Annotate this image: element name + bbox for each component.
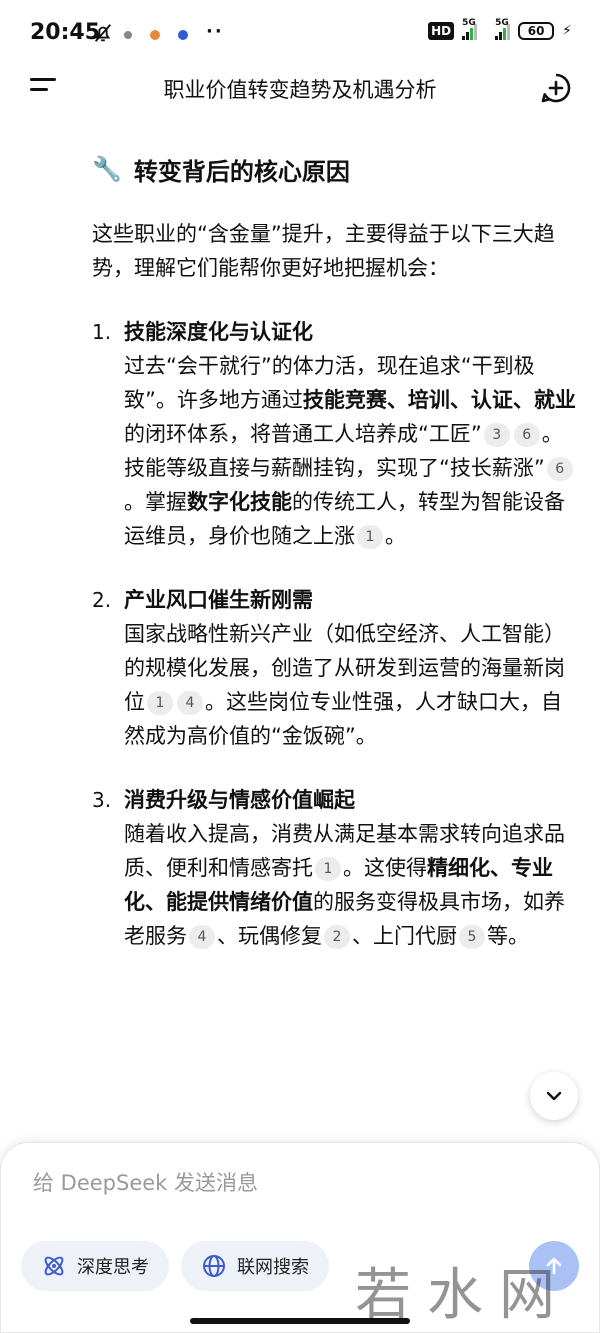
deep-think-button[interactable]: 深度思考	[21, 1241, 169, 1291]
citation-badge[interactable]: 6	[546, 457, 573, 481]
home-indicator[interactable]	[190, 1318, 410, 1324]
message-input[interactable]	[33, 1171, 553, 1195]
citation-badge[interactable]: 5	[459, 925, 485, 949]
signal-icon: 5G	[462, 18, 478, 40]
page-title: 职业价值转变趋势及机遇分析	[163, 78, 437, 102]
signal-icon: 5G	[495, 18, 511, 40]
list-item: 1. 技能深度化与认证化 过去“会干就行”的体力活，现在追求“干到极致”。许多地…	[92, 315, 582, 553]
list-item: 3. 消费升级与情感价值崛起 随着收入提高，消费从满足基本需求转向追求品质、便利…	[92, 783, 582, 953]
intro-paragraph: 这些职业的“含金量”提升，主要得益于以下三大趋势，理解它们能帮你更好地把握机会：	[92, 222, 555, 280]
citation-badge[interactable]: 3	[483, 423, 510, 447]
bell-off-icon	[94, 24, 112, 42]
item-number: 3.	[92, 788, 112, 812]
wrench-icon: 🔧	[92, 155, 122, 183]
message-content: 🔧 转变背后的核心原因 这些职业的“含金量”提升，主要得益于以下三大趋势，理解它…	[92, 145, 582, 983]
web-search-label: 联网搜索	[237, 1257, 309, 1278]
item-number: 1.	[92, 320, 112, 344]
globe-icon	[203, 1255, 225, 1277]
citation-badge[interactable]: 6	[513, 423, 540, 447]
reason-list: 1. 技能深度化与认证化 过去“会干就行”的体力活，现在追求“干到极致”。许多地…	[92, 315, 582, 953]
section-title: 🔧 转变背后的核心原因	[92, 145, 582, 193]
battery-icon: 60	[518, 22, 555, 40]
deep-think-label: 深度思考	[77, 1257, 149, 1278]
item-body: 过去“会干就行”的体力活，现在追求“干到极致”。许多地方通过技能竞赛、培训、认证…	[124, 354, 576, 549]
item-title: 技能深度化与认证化	[124, 320, 313, 344]
web-search-button[interactable]: 联网搜索	[181, 1241, 329, 1291]
item-number: 2.	[92, 588, 112, 612]
plus-circle-icon[interactable]	[540, 72, 572, 104]
hd-icon: HD	[428, 22, 455, 40]
more-notifications-icon: ··	[206, 21, 224, 42]
section-title-text: 转变背后的核心原因	[133, 157, 350, 186]
status-time: 20:45	[30, 20, 101, 45]
item-title: 产业风口催生新刚需	[124, 588, 313, 612]
app-notification-icon	[178, 30, 188, 40]
list-item: 2. 产业风口催生新刚需 国家战略性新兴产业（如低空经济、人工智能）的规模化发展…	[92, 583, 582, 753]
item-body: 国家战略性新兴产业（如低空经济、人工智能）的规模化发展，创造了从研发到运营的海量…	[124, 622, 565, 748]
item-title: 消费升级与情感价值崛起	[124, 788, 355, 812]
citation-badge[interactable]: 1	[147, 691, 173, 715]
notification-icon	[124, 31, 132, 39]
app-notification-icon	[150, 30, 160, 40]
header: 职业价值转变趋势及机遇分析	[0, 70, 600, 110]
charging-icon: ⚡	[562, 23, 572, 39]
citation-badge[interactable]: 4	[177, 691, 203, 715]
scroll-down-button[interactable]	[530, 1072, 578, 1120]
item-body: 随着收入提高，消费从满足基本需求转向追求品质、便利和情感寄托 1 。这使得精细化、专…	[124, 822, 565, 949]
citation-badge[interactable]: 4	[189, 925, 215, 949]
citation-badge[interactable]: 1	[315, 857, 341, 881]
status-bar: 20:45 ·· HD 5G 5G 60 ⚡	[0, 0, 600, 70]
atom-icon	[44, 1256, 64, 1276]
chevron-down-icon	[546, 1091, 562, 1101]
citation-badge[interactable]: 2	[324, 925, 350, 949]
citation-badge[interactable]: 1	[357, 525, 383, 549]
